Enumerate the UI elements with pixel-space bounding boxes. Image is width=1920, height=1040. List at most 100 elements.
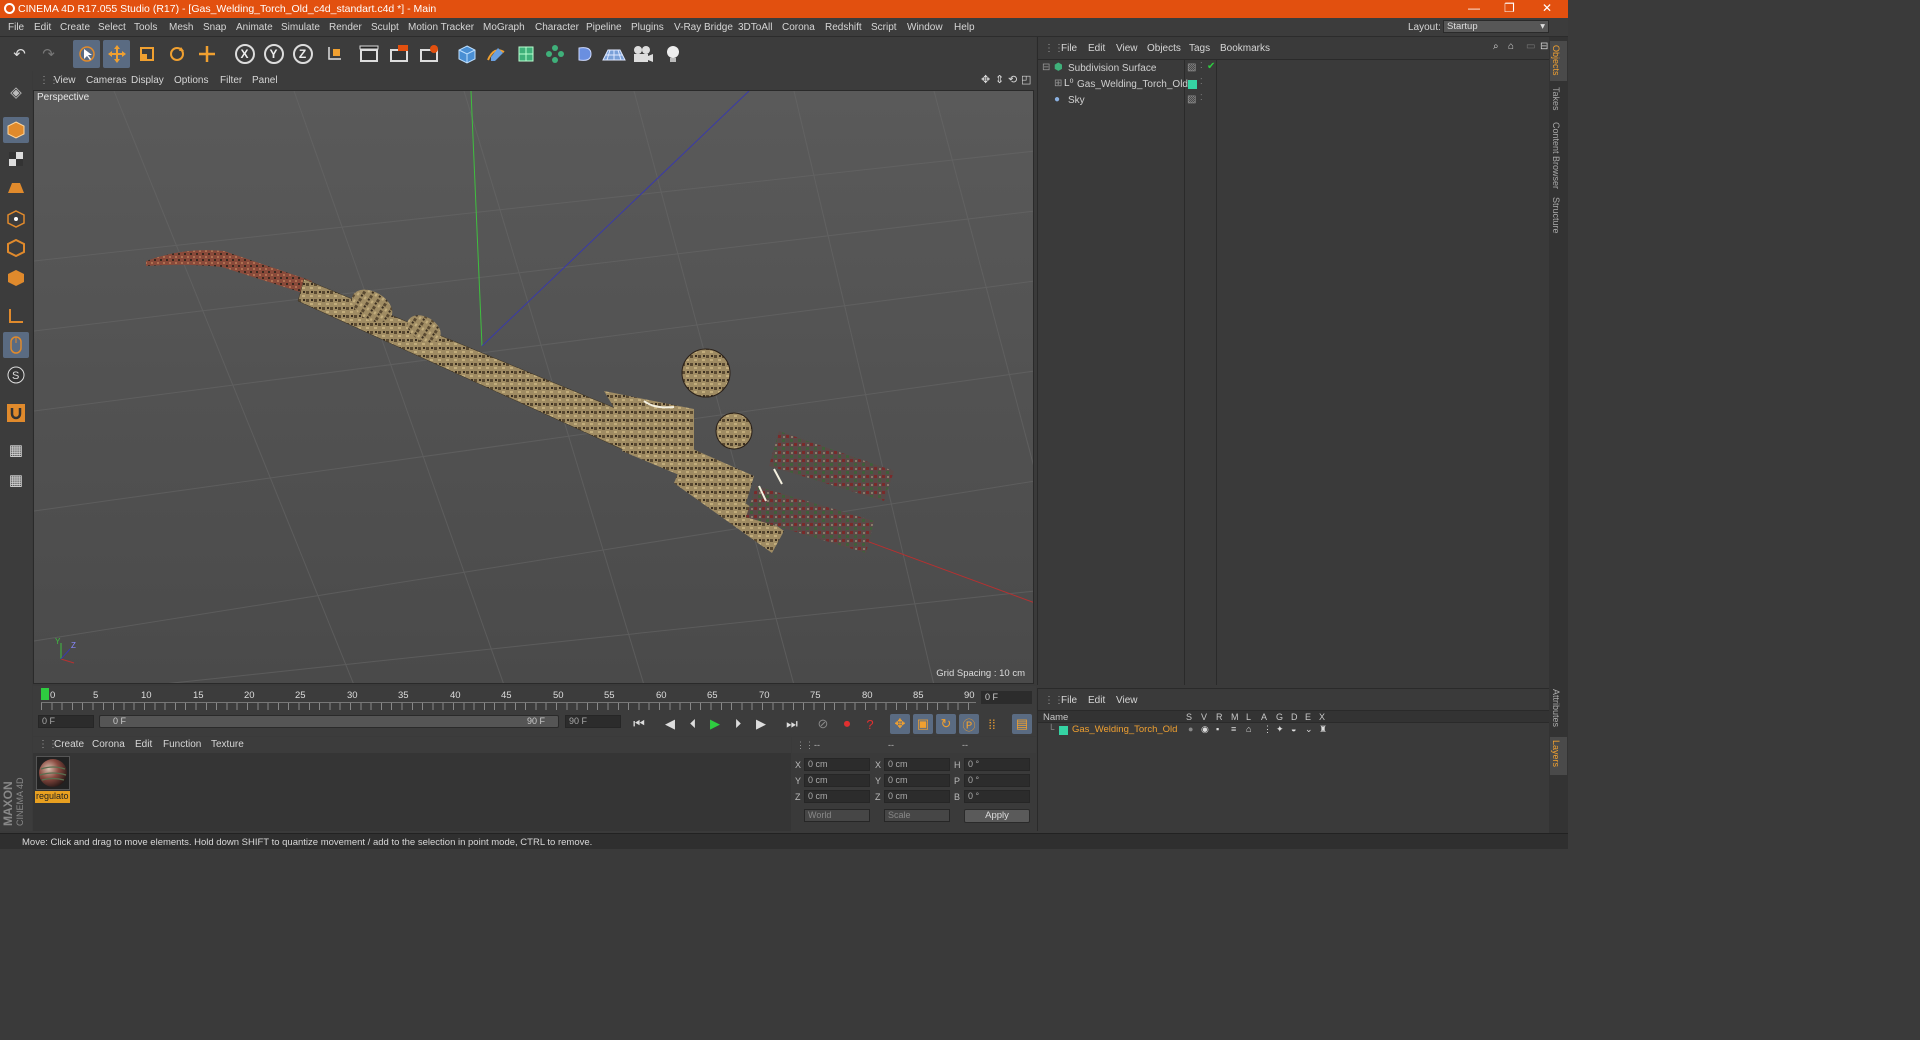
coord-rot-b-field[interactable]: 0 ° xyxy=(964,790,1030,803)
expression-toggle-icon[interactable]: ⌄ xyxy=(1305,724,1313,735)
menu-pipeline[interactable]: Pipeline xyxy=(586,22,622,33)
enabled-check-icon[interactable]: ✔ xyxy=(1207,61,1215,72)
layer-col-animation[interactable]: A xyxy=(1261,712,1267,722)
light-icon[interactable] xyxy=(659,40,686,68)
edges-mode-icon[interactable] xyxy=(3,235,29,261)
viewport-menu-cameras[interactable]: Cameras xyxy=(86,75,127,86)
object-menu-view[interactable]: View xyxy=(1116,43,1138,54)
lock-workplane-icon[interactable]: ▦ xyxy=(3,437,29,463)
subdivision-icon[interactable] xyxy=(512,40,539,68)
menu-snap[interactable]: Snap xyxy=(203,22,226,33)
expand-icon[interactable]: ⊞ xyxy=(1054,78,1062,89)
deformer-toggle-icon[interactable]: ◒ xyxy=(1291,724,1296,734)
camera-icon[interactable] xyxy=(629,40,656,68)
expand-icon[interactable]: ⊟ xyxy=(1042,62,1050,73)
view-toggle-icon[interactable]: ◉ xyxy=(1201,724,1209,735)
magnet-icon[interactable] xyxy=(3,400,29,426)
object-menu-edit[interactable]: Edit xyxy=(1088,43,1105,54)
menu-vray-bridge[interactable]: V-Ray Bridge xyxy=(674,22,733,33)
points-mode-icon[interactable] xyxy=(3,206,29,232)
material-menu-create[interactable]: Create xyxy=(54,739,84,750)
z-axis-icon[interactable]: Z xyxy=(289,40,316,68)
menu-animate[interactable]: Animate xyxy=(236,22,273,33)
layer-col-locked[interactable]: L xyxy=(1246,712,1251,722)
solo-toggle-icon[interactable]: ● xyxy=(1188,724,1193,734)
rotate-icon[interactable] xyxy=(163,40,190,68)
tab-structure[interactable]: Structure xyxy=(1551,197,1561,234)
layer-col-xref[interactable]: X xyxy=(1319,712,1325,722)
pen-spline-icon[interactable] xyxy=(482,40,509,68)
previous-frame-icon[interactable]: ⏴ xyxy=(683,714,703,734)
render-toggle-icon[interactable]: ▪ xyxy=(1216,724,1219,734)
menu-sculpt[interactable]: Sculpt xyxy=(371,22,399,33)
viewport-menu-view[interactable]: View xyxy=(54,75,76,86)
coord-pos-y-field[interactable]: 0 cm xyxy=(804,774,870,787)
layer-col-solo[interactable]: S xyxy=(1186,712,1192,722)
start-frame-field[interactable]: 0 F xyxy=(38,715,94,728)
deformer-icon[interactable] xyxy=(571,40,598,68)
redo-icon[interactable]: ↷ xyxy=(35,40,62,68)
menu-motion-tracker[interactable]: Motion Tracker xyxy=(408,22,474,33)
go-to-end-icon[interactable]: ⏭ xyxy=(782,714,802,734)
timeline-ruler[interactable]: 0 5 10 15 20 25 30 35 40 45 50 55 60 65 … xyxy=(33,686,1036,712)
menu-edit[interactable]: Edit xyxy=(34,22,51,33)
layer-color-swatch[interactable] xyxy=(1059,726,1068,735)
y-axis-icon[interactable]: Y xyxy=(260,40,287,68)
viewport-menu-options[interactable]: Options xyxy=(174,75,208,86)
menu-plugins[interactable]: Plugins xyxy=(631,22,664,33)
make-editable-icon[interactable]: ◈ xyxy=(3,79,29,105)
viewport-maximize-icon[interactable]: ◰ xyxy=(1021,73,1031,86)
render-view-icon[interactable] xyxy=(355,40,382,68)
xref-toggle-icon[interactable]: ♜ xyxy=(1319,724,1327,735)
previous-key-icon[interactable]: ◀ xyxy=(660,714,680,734)
edit-toggle-icon[interactable]: ▨ xyxy=(1187,62,1196,73)
menu-help[interactable]: Help xyxy=(954,22,975,33)
object-menu-bookmarks[interactable]: Bookmarks xyxy=(1220,43,1270,54)
layout-dropdown[interactable]: Startup ▾ xyxy=(1443,20,1549,33)
menu-render[interactable]: Render xyxy=(329,22,362,33)
layer-col-render[interactable]: R xyxy=(1216,712,1223,722)
coord-pos-x-field[interactable]: 0 cm xyxy=(804,758,870,771)
object-menu-tags[interactable]: Tags xyxy=(1189,43,1210,54)
material-menu-edit[interactable]: Edit xyxy=(135,739,152,750)
menu-script[interactable]: Script xyxy=(871,22,897,33)
tweak-mode-icon[interactable] xyxy=(3,332,29,358)
menu-3dtoall[interactable]: 3DToAll xyxy=(738,22,772,33)
coord-size-x-field[interactable]: 0 cm xyxy=(884,758,950,771)
animation-toggle-icon[interactable]: ⋮ xyxy=(1263,724,1272,735)
edit-toggle-icon[interactable]: ▨ xyxy=(1187,94,1196,105)
viewport-rotate-icon[interactable]: ⟲ xyxy=(1008,73,1017,86)
next-key-icon[interactable]: ▶ xyxy=(751,714,771,734)
menu-file[interactable]: File xyxy=(8,22,24,33)
record-keys-disabled-icon[interactable]: ⊘ xyxy=(813,714,833,734)
material-thumbnail[interactable] xyxy=(36,756,70,790)
menu-simulate[interactable]: Simulate xyxy=(281,22,320,33)
menu-window[interactable]: Window xyxy=(907,22,943,33)
key-position-icon[interactable]: ✥ xyxy=(890,714,910,734)
play-icon[interactable]: ▶ xyxy=(705,714,725,734)
live-selection-icon[interactable] xyxy=(73,40,100,68)
layer-menu-file[interactable]: File xyxy=(1061,695,1077,706)
workplane-icon[interactable] xyxy=(3,175,29,201)
search-icon[interactable]: ⌕ xyxy=(1493,41,1499,52)
layer-col-generators[interactable]: G xyxy=(1276,712,1283,722)
range-slider[interactable] xyxy=(99,715,559,728)
layer-col-view[interactable]: V xyxy=(1201,712,1207,722)
material-menu-function[interactable]: Function xyxy=(163,739,201,750)
layer-name[interactable]: Gas_Welding_Torch_Old xyxy=(1072,724,1177,735)
object-menu-file[interactable]: File xyxy=(1061,43,1077,54)
snap-icon[interactable]: S xyxy=(3,362,29,388)
coord-rot-p-field[interactable]: 0 ° xyxy=(964,774,1030,787)
layer-row[interactable]: └ Gas_Welding_Torch_Old ● ◉ ▪ ≡ ⌂ ⋮ ✦ ◒ … xyxy=(1038,723,1550,737)
layer-menu-edit[interactable]: Edit xyxy=(1088,695,1105,706)
undo-icon[interactable]: ↶ xyxy=(6,40,33,68)
tab-layers[interactable]: Layers xyxy=(1551,740,1561,767)
tab-takes[interactable]: Takes xyxy=(1551,87,1561,111)
layer-col-deformers[interactable]: D xyxy=(1291,712,1298,722)
layer-col-manager[interactable]: M xyxy=(1231,712,1239,722)
key-parameter-icon[interactable]: Ⓟ xyxy=(959,714,979,734)
new-window-icon[interactable]: ▭ xyxy=(1526,41,1535,52)
key-rotation-icon[interactable]: ↻ xyxy=(936,714,956,734)
menu-select[interactable]: Select xyxy=(98,22,126,33)
layer-color-swatch[interactable] xyxy=(1188,80,1197,89)
